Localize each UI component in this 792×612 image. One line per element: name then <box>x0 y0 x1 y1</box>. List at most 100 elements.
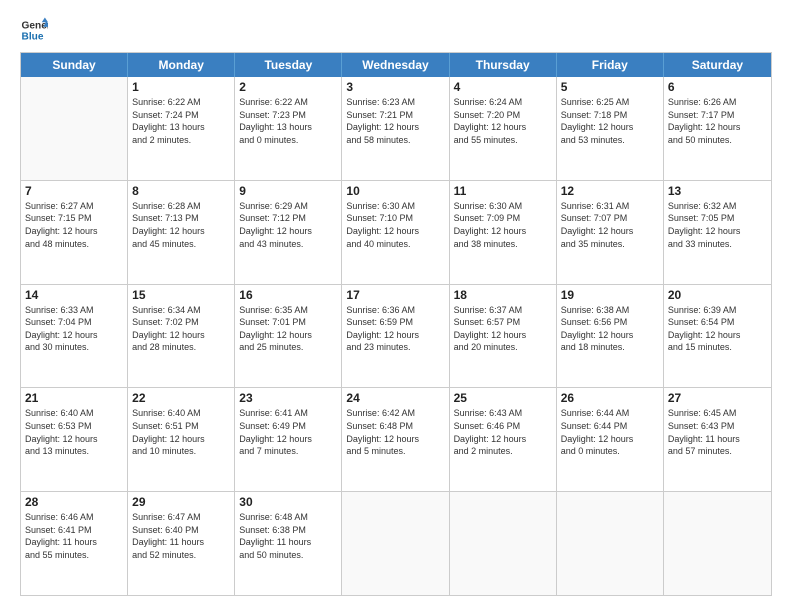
calendar-cell: 22Sunrise: 6:40 AMSunset: 6:51 PMDayligh… <box>128 388 235 491</box>
cell-line: Daylight: 12 hours <box>132 329 230 342</box>
cell-line: Sunset: 6:54 PM <box>668 316 767 329</box>
cell-line: Daylight: 12 hours <box>668 225 767 238</box>
cell-line: Daylight: 11 hours <box>132 536 230 549</box>
cell-line: Sunrise: 6:37 AM <box>454 304 552 317</box>
day-number: 3 <box>346 80 444 94</box>
day-number: 24 <box>346 391 444 405</box>
day-number: 12 <box>561 184 659 198</box>
cell-line: Sunrise: 6:40 AM <box>25 407 123 420</box>
cell-line: Sunset: 6:51 PM <box>132 420 230 433</box>
cell-line: Sunrise: 6:47 AM <box>132 511 230 524</box>
calendar-row-3: 21 Sunrise: 6:40 AMSunset: 6:53 PM Dayligh… <box>21 387 771 491</box>
cell-line: Sunset: 6:41 PM <box>25 524 123 537</box>
cell-line: Sunset: 6:53 PM <box>25 420 123 433</box>
calendar-cell: 21Sunrise: 6:40 AMSunset: 6:53 PMDayligh… <box>21 388 128 491</box>
svg-text:Blue: Blue <box>22 31 44 42</box>
cell-line: Sunrise: 6:38 AM <box>561 304 659 317</box>
day-number: 23 <box>239 391 337 405</box>
header-day-tuesday: Tuesday <box>235 53 342 77</box>
cell-line: and 23 minutes. <box>346 341 444 354</box>
cell-line: and 5 minutes. <box>346 445 444 458</box>
cell-line: Daylight: 12 hours <box>454 121 552 134</box>
cell-line: Daylight: 11 hours <box>25 536 123 549</box>
cell-line: and 58 minutes. <box>346 134 444 147</box>
cell-line: Daylight: 11 hours <box>668 433 767 446</box>
cell-line: Daylight: 13 hours <box>132 121 230 134</box>
calendar-cell: 17Sunrise: 6:36 AMSunset: 6:59 PMDayligh… <box>342 285 449 388</box>
day-number: 4 <box>454 80 552 94</box>
day-number: 20 <box>668 288 767 302</box>
cell-line: and 30 minutes. <box>25 341 123 354</box>
calendar-cell: 5Sunrise: 6:25 AMSunset: 7:18 PMDaylight… <box>557 77 664 180</box>
cell-line: and 55 minutes. <box>454 134 552 147</box>
cell-line: Sunset: 6:44 PM <box>561 420 659 433</box>
cell-line: and 7 minutes. <box>239 445 337 458</box>
header-day-saturday: Saturday <box>664 53 771 77</box>
day-number: 18 <box>454 288 552 302</box>
cell-line: Daylight: 12 hours <box>561 329 659 342</box>
header-day-wednesday: Wednesday <box>342 53 449 77</box>
calendar-cell: 1Sunrise: 6:22 AMSunset: 7:24 PMDaylight… <box>128 77 235 180</box>
cell-line: and 15 minutes. <box>668 341 767 354</box>
cell-line: and 45 minutes. <box>132 238 230 251</box>
cell-line: Sunrise: 6:30 AM <box>346 200 444 213</box>
cell-line: Daylight: 12 hours <box>132 433 230 446</box>
cell-line: Sunset: 6:57 PM <box>454 316 552 329</box>
calendar-cell: 14Sunrise: 6:33 AMSunset: 7:04 PMDayligh… <box>21 285 128 388</box>
cell-line: Sunrise: 6:30 AM <box>454 200 552 213</box>
cell-line: and 13 minutes. <box>25 445 123 458</box>
cell-line: Sunset: 6:49 PM <box>239 420 337 433</box>
day-number: 19 <box>561 288 659 302</box>
cell-line: Sunrise: 6:44 AM <box>561 407 659 420</box>
calendar-row-1: 7Sunrise: 6:27 AMSunset: 7:15 PMDaylight… <box>21 180 771 284</box>
cell-line: Daylight: 12 hours <box>239 433 337 446</box>
day-number: 15 <box>132 288 230 302</box>
cell-line: Sunrise: 6:25 AM <box>561 96 659 109</box>
day-number: 13 <box>668 184 767 198</box>
header-day-sunday: Sunday <box>21 53 128 77</box>
cell-line: Sunset: 7:21 PM <box>346 109 444 122</box>
cell-line: Sunrise: 6:46 AM <box>25 511 123 524</box>
cell-line: Sunset: 7:02 PM <box>132 316 230 329</box>
cell-line: Daylight: 12 hours <box>454 225 552 238</box>
calendar-cell: 4Sunrise: 6:24 AMSunset: 7:20 PMDaylight… <box>450 77 557 180</box>
day-number: 29 <box>132 495 230 509</box>
cell-line: Sunset: 7:09 PM <box>454 212 552 225</box>
cell-line: Sunset: 7:13 PM <box>132 212 230 225</box>
header: General Blue <box>20 16 772 44</box>
cell-line: Sunset: 6:46 PM <box>454 420 552 433</box>
cell-line: and 52 minutes. <box>132 549 230 562</box>
cell-line: Sunset: 7:17 PM <box>668 109 767 122</box>
calendar-cell <box>450 492 557 595</box>
cell-line: Sunrise: 6:33 AM <box>25 304 123 317</box>
day-number: 21 <box>25 391 123 405</box>
cell-line: Sunset: 6:43 PM <box>668 420 767 433</box>
day-number: 5 <box>561 80 659 94</box>
cell-line: Sunrise: 6:32 AM <box>668 200 767 213</box>
calendar-cell: 23 Sunrise: 6:41 AMSunset: 6:49 PMDayligh… <box>235 388 342 491</box>
cell-line: Sunrise: 6:24 AM <box>454 96 552 109</box>
cell-line: Sunrise: 6:28 AM <box>132 200 230 213</box>
cell-line: Daylight: 12 hours <box>239 225 337 238</box>
cell-line: Sunset: 7:24 PM <box>132 109 230 122</box>
calendar-body: 1Sunrise: 6:22 AMSunset: 7:24 PMDaylight… <box>21 77 771 595</box>
cell-line: Sunrise: 6:22 AM <box>132 96 230 109</box>
cell-line: Sunrise: 6:48 AM <box>239 511 337 524</box>
logo: General Blue <box>20 16 48 44</box>
day-number: 14 <box>25 288 123 302</box>
cell-line: Daylight: 12 hours <box>239 329 337 342</box>
cell-line: and 0 minutes. <box>561 445 659 458</box>
header-day-thursday: Thursday <box>450 53 557 77</box>
cell-line: and 2 minutes. <box>454 445 552 458</box>
page: General Blue SundayMondayTuesdayWednesda… <box>0 0 792 612</box>
cell-line: Daylight: 12 hours <box>132 225 230 238</box>
cell-line: Daylight: 12 hours <box>25 329 123 342</box>
cell-line: Sunrise: 6:41 AM <box>239 407 337 420</box>
calendar-header: SundayMondayTuesdayWednesdayThursdayFrid… <box>21 53 771 77</box>
calendar-cell: 26Sunrise: 6:44 AMSunset: 6:44 PMDayligh… <box>557 388 664 491</box>
cell-line: Sunset: 7:07 PM <box>561 212 659 225</box>
cell-line: and 48 minutes. <box>25 238 123 251</box>
cell-line: Sunset: 7:23 PM <box>239 109 337 122</box>
cell-line: Sunset: 6:48 PM <box>346 420 444 433</box>
cell-line: and 10 minutes. <box>132 445 230 458</box>
